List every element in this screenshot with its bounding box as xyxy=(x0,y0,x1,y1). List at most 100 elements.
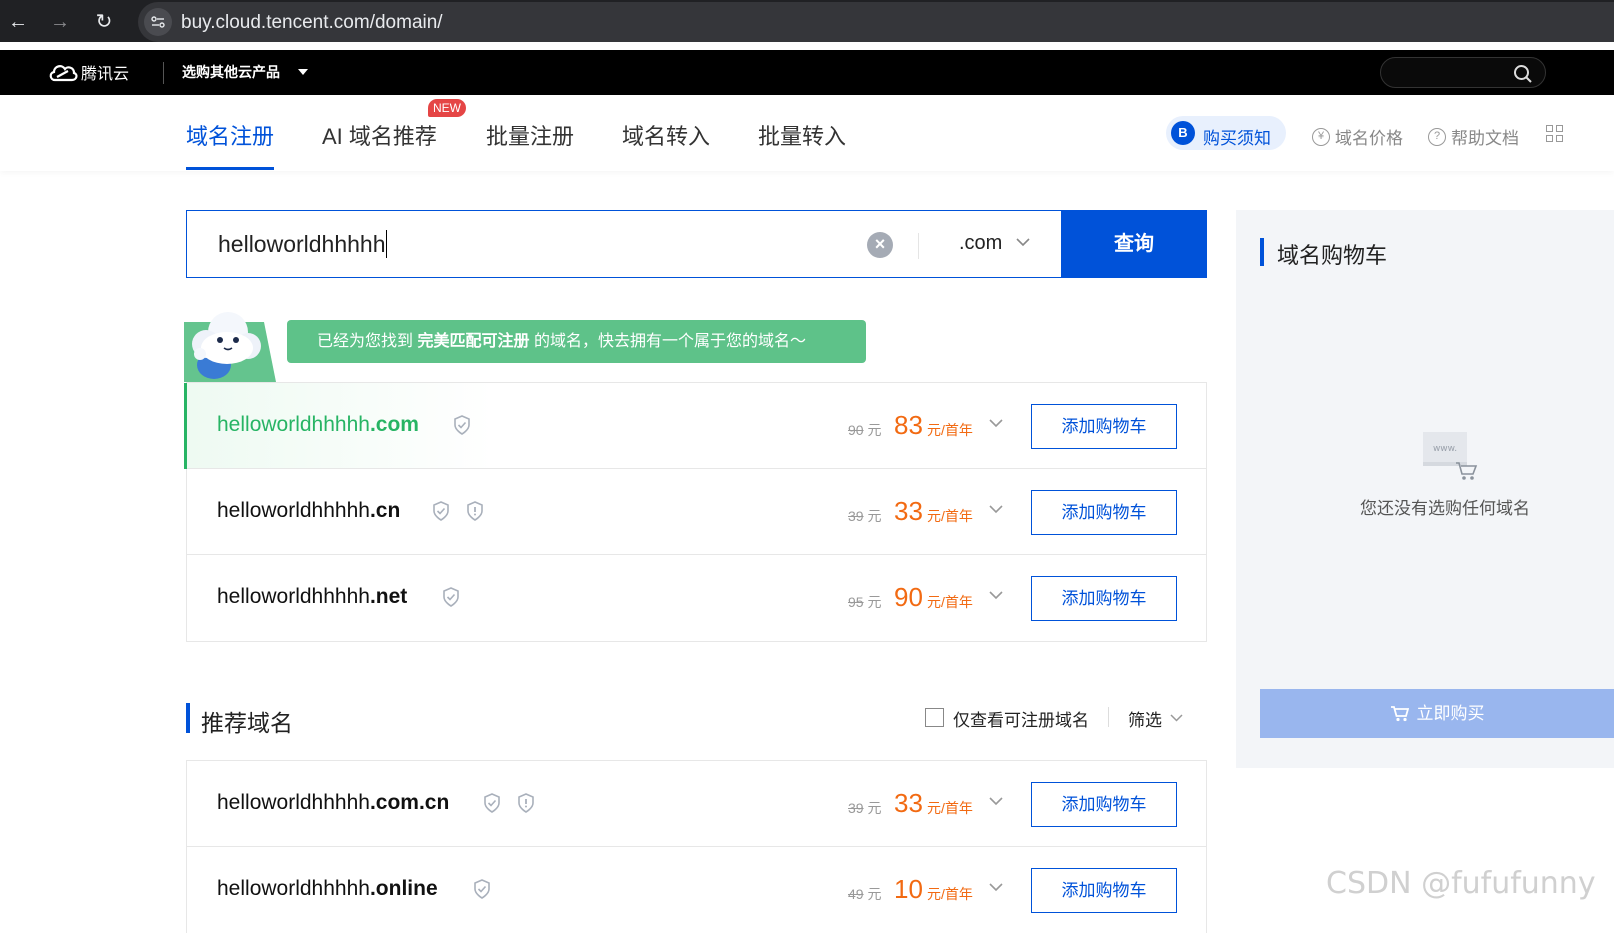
result-row: helloworldhhhhh.com 90 元 83 元/首年 添加购物车 xyxy=(184,383,1206,469)
tab-batch-register[interactable]: 批量注册 xyxy=(486,119,574,151)
domain-name: helloworldhhhhh.cn xyxy=(217,499,401,522)
url-text[interactable]: buy.cloud.tencent.com/domain/ xyxy=(181,12,443,34)
banner-emphasis: 完美匹配可注册 xyxy=(417,333,530,350)
chevron-down-icon[interactable] xyxy=(989,591,1003,600)
section-accent-bar xyxy=(1260,238,1264,266)
add-to-cart-button[interactable]: 添加购物车 xyxy=(1031,404,1177,449)
browser-toolbar: ← → ↻ buy.cloud.tencent.com/domain/ xyxy=(0,0,1614,42)
domain-name: helloworldhhhhh.net xyxy=(217,585,408,608)
brand-name: 腾讯云 xyxy=(81,66,130,83)
empty-cart-text: 您还没有选购任何域名 xyxy=(1360,499,1530,518)
available-only-checkbox[interactable] xyxy=(925,708,944,727)
grid-menu-icon[interactable] xyxy=(1546,125,1563,142)
recommend-list: helloworldhhhhh.com.cn 39 元 33 元/首年 添加购物… xyxy=(186,760,1207,933)
reload-icon[interactable]: ↻ xyxy=(90,8,118,36)
original-price: 39 元 xyxy=(848,508,882,524)
address-bar[interactable]: buy.cloud.tencent.com/domain/ xyxy=(138,2,1614,42)
banner-suffix: 的域名，快去拥有一个属于您的域名～ xyxy=(533,333,806,350)
cloud-logo-icon xyxy=(49,65,78,82)
brand-logo[interactable]: 腾讯云 xyxy=(48,60,129,84)
section-accent-bar xyxy=(186,703,190,733)
chevron-down-icon[interactable] xyxy=(989,797,1003,806)
domain-price-label: 域名价格 xyxy=(1335,129,1403,148)
chevron-down-icon[interactable] xyxy=(1170,714,1183,722)
search-results-list: helloworldhhhhh.com 90 元 83 元/首年 添加购物车 h… xyxy=(184,382,1207,642)
tab-batch-transfer[interactable]: 批量转入 xyxy=(758,119,846,151)
shield-check-icon xyxy=(474,879,490,899)
tab-domain-transfer[interactable]: 域名转入 xyxy=(622,119,710,151)
recommend-row: helloworldhhhhh.online 49 元 10 元/首年 添加购物… xyxy=(187,847,1206,933)
caret-down-icon[interactable] xyxy=(298,69,308,75)
help-docs-link[interactable]: ? 帮助文档 xyxy=(1428,124,1519,149)
clear-icon[interactable]: × xyxy=(867,232,893,258)
help-docs-label: 帮助文档 xyxy=(1451,129,1519,148)
banner-prefix: 已经为您找到 xyxy=(317,333,414,350)
domain-cart-panel: 域名购物车 www. 您还没有选购任何域名 立即购买 xyxy=(1236,210,1614,768)
active-tab-indicator xyxy=(186,167,274,170)
chevron-down-icon[interactable] xyxy=(989,883,1003,892)
buy-now-label: 立即购买 xyxy=(1416,704,1485,723)
text-cursor xyxy=(385,229,387,258)
price-unit: 元/首年 xyxy=(927,422,973,438)
divider xyxy=(918,233,919,259)
found-banner: 已经为您找到 完美匹配可注册 的域名，快去拥有一个属于您的域名～ xyxy=(287,320,866,363)
www-icon-text: www. xyxy=(1433,444,1457,454)
domain-search-input[interactable]: helloworldhhhhh × .com xyxy=(186,210,1062,278)
sale-price: 83 xyxy=(894,410,923,440)
search-value[interactable]: helloworldhhhhh xyxy=(218,231,386,257)
original-price: 39 元 xyxy=(848,800,882,816)
result-row: helloworldhhhhh.net 95 元 90 元/首年 添加购物车 xyxy=(187,555,1206,641)
watermark: CSDN @fufufunny xyxy=(1326,866,1596,901)
shield-check-icon xyxy=(443,587,459,607)
tab-ai-recommend[interactable]: AI 域名推荐 xyxy=(322,119,437,151)
add-to-cart-button[interactable]: 添加购物车 xyxy=(1031,782,1177,827)
shield-check-icon xyxy=(433,501,449,521)
arrow-left-icon[interactable]: ← xyxy=(4,8,32,36)
purchase-notice-button[interactable]: B 购买须知 xyxy=(1166,116,1286,150)
suffix-select[interactable]: .com xyxy=(959,232,1002,255)
shield-check-icon xyxy=(454,415,470,435)
filter-dropdown[interactable]: 筛选 xyxy=(1128,706,1162,731)
yen-icon: ¥ xyxy=(1312,127,1330,146)
purchase-notice-label: 购买须知 xyxy=(1203,129,1271,148)
recommend-title: 推荐域名 xyxy=(201,710,293,736)
result-row: helloworldhhhhh.cn 39 元 33 元/首年 添加购物车 xyxy=(187,469,1206,555)
arrow-right-icon[interactable]: → xyxy=(46,8,74,36)
domain-name: helloworldhhhhh.com xyxy=(217,413,419,436)
add-to-cart-button[interactable]: 添加购物车 xyxy=(1031,490,1177,535)
products-menu[interactable]: 选购其他云产品 xyxy=(182,62,280,82)
chevron-down-icon[interactable] xyxy=(989,505,1003,514)
tab-domain-register[interactable]: 域名注册 xyxy=(186,119,274,151)
search-icon[interactable] xyxy=(1513,64,1533,84)
buy-now-button[interactable]: 立即购买 xyxy=(1260,689,1614,738)
cart-title: 域名购物车 xyxy=(1277,243,1388,268)
top-nav: 腾讯云 选购其他云产品 xyxy=(0,50,1614,95)
top-search-input[interactable] xyxy=(1380,57,1546,88)
chevron-down-icon[interactable] xyxy=(1016,238,1030,247)
domain-price-link[interactable]: ¥ 域名价格 xyxy=(1312,124,1403,149)
add-to-cart-button[interactable]: 添加购物车 xyxy=(1031,576,1177,621)
domain-tabs-bar: 域名注册 AI 域名推荐 NEW 批量注册 域名转入 批量转入 B 购买须知 ¥… xyxy=(0,95,1614,171)
shield-check-icon xyxy=(484,793,500,813)
price-unit: 元/首年 xyxy=(927,508,973,524)
divider xyxy=(1108,707,1109,727)
sale-price: 90 xyxy=(894,582,923,612)
chevron-down-icon[interactable] xyxy=(989,419,1003,428)
price-unit: 元/首年 xyxy=(927,800,973,816)
price-unit: 元/首年 xyxy=(927,594,973,610)
available-only-label[interactable]: 仅查看可注册域名 xyxy=(953,706,1089,731)
mascot-illustration xyxy=(184,312,276,382)
original-price: 90 元 xyxy=(848,422,882,438)
empty-cart-icon: www. xyxy=(1423,432,1478,480)
sale-price: 10 xyxy=(894,874,923,904)
recommend-row: helloworldhhhhh.com.cn 39 元 33 元/首年 添加购物… xyxy=(187,761,1206,847)
notice-icon: B xyxy=(1171,121,1195,145)
domain-name: helloworldhhhhh.com.cn xyxy=(217,791,450,814)
shield-alert-icon xyxy=(467,501,483,521)
sale-price: 33 xyxy=(894,496,923,526)
price-unit: 元/首年 xyxy=(927,886,973,902)
sale-price: 33 xyxy=(894,788,923,818)
site-settings-icon[interactable] xyxy=(144,8,172,36)
query-button[interactable]: 查询 xyxy=(1061,210,1207,278)
add-to-cart-button[interactable]: 添加购物车 xyxy=(1031,868,1177,913)
